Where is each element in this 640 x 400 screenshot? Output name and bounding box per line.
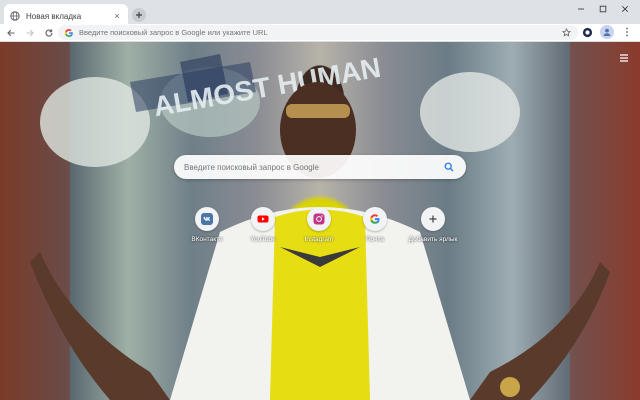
google-g-icon (64, 28, 74, 38)
back-arrow-icon (7, 29, 15, 36)
close-icon[interactable]: × (112, 11, 122, 21)
profile-avatar-icon (603, 28, 611, 36)
toolbar-actions (580, 25, 634, 39)
search-button[interactable] (442, 160, 456, 174)
new-tab-page: ALMOST HUMAN ВКонтакте YouTub (0, 42, 640, 400)
shortcut-tiles: ВКонтакте YouTube Instagram Почта Добави… (175, 207, 465, 257)
browser-menu-button[interactable] (620, 25, 634, 39)
google-icon (363, 207, 387, 231)
shortcut-vk[interactable]: ВКонтакте (175, 207, 239, 257)
hamburger-icon (620, 54, 628, 62)
minimize-button[interactable] (570, 2, 592, 16)
extension-button[interactable] (580, 25, 594, 39)
vk-icon (195, 207, 219, 231)
shortcut-label: Почта (365, 236, 385, 243)
star-icon (561, 28, 571, 37)
maximize-icon (599, 5, 607, 13)
shortcut-instagram[interactable]: Instagram (287, 207, 351, 257)
plus-icon (421, 207, 445, 231)
shortcut-youtube[interactable]: YouTube (231, 207, 295, 257)
globe-icon (10, 11, 20, 21)
window-controls (570, 2, 636, 16)
browser-toolbar (0, 24, 640, 42)
address-input[interactable] (79, 28, 560, 37)
youtube-icon (251, 207, 275, 231)
back-button[interactable] (3, 25, 19, 41)
shortcut-label: Добавить ярлык (408, 236, 458, 243)
google-search-box[interactable] (174, 155, 466, 179)
bookmark-star-button[interactable] (560, 27, 572, 39)
profile-button[interactable] (600, 25, 614, 39)
maximize-button[interactable] (592, 2, 614, 16)
close-icon (621, 5, 629, 13)
shortcut-label: Instagram (304, 236, 334, 243)
close-window-button[interactable] (614, 2, 636, 16)
shortcut-label: YouTube (250, 236, 276, 243)
search-input[interactable] (184, 162, 442, 172)
omnibox[interactable] (58, 25, 578, 40)
reload-button[interactable] (41, 25, 57, 41)
new-tab-button[interactable] (132, 8, 146, 22)
forward-arrow-icon (26, 29, 34, 36)
minimize-icon (578, 8, 584, 10)
plus-icon (136, 12, 142, 18)
tab-title: Новая вкладка (26, 11, 82, 21)
instagram-icon (307, 207, 331, 231)
forward-button[interactable] (22, 25, 38, 41)
customize-menu-button[interactable] (616, 50, 632, 66)
reload-icon (45, 28, 53, 37)
kebab-menu-icon (626, 27, 628, 37)
search-icon (444, 162, 454, 172)
shortcut-add[interactable]: Добавить ярлык (401, 207, 465, 257)
shortcut-mail[interactable]: Почта (343, 207, 407, 257)
shortcut-label: ВКонтакте (191, 236, 223, 243)
extension-icon (582, 27, 592, 37)
